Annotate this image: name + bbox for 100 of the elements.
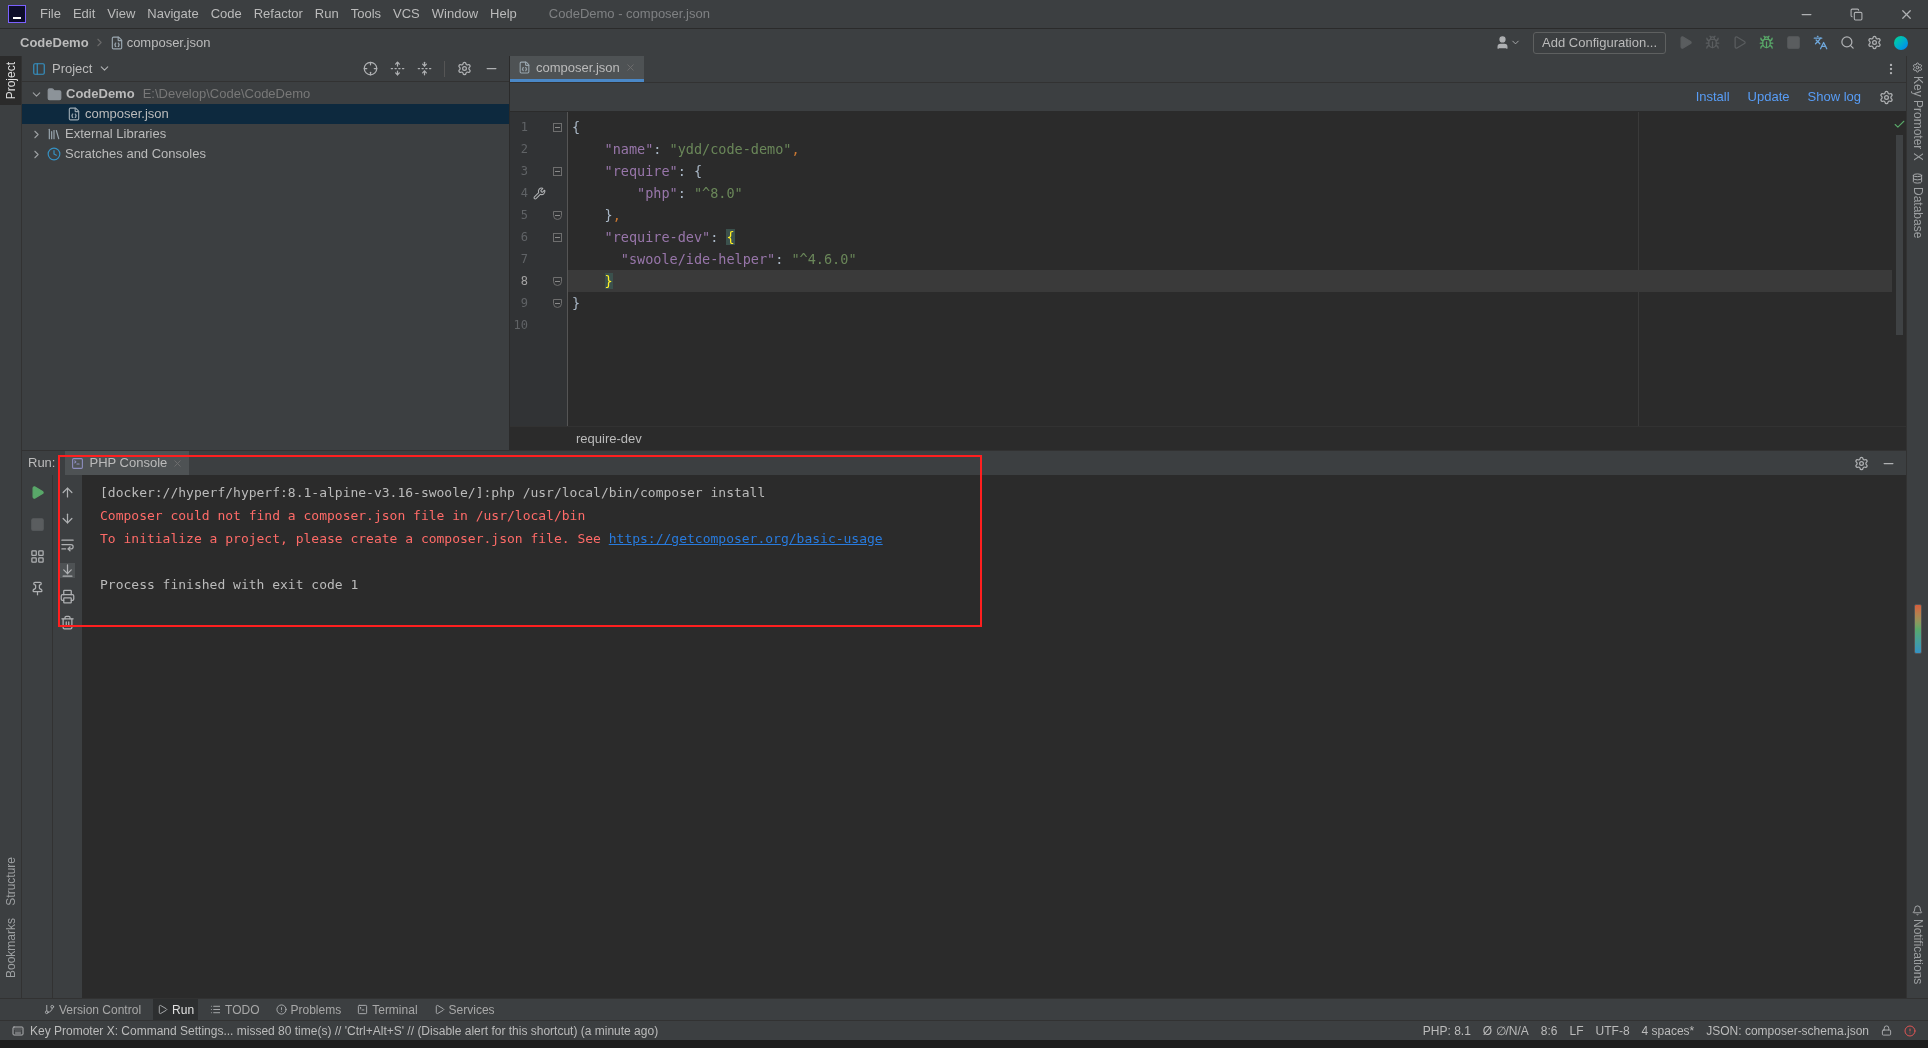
code-line: "name": "ydd/code-demo", [603,139,800,159]
breadcrumb-item[interactable]: CodeDemo [20,32,89,53]
status-item[interactable]: LF [1569,1021,1584,1040]
console-line: [docker://hyperf/hyperf:8.1-alpine-v3.16-swoole/]:php /usr/local/bin/composer install [100,483,766,502]
status-item[interactable]: JSON: composer-schema.json [1706,1021,1869,1040]
fold-icon[interactable] [552,122,562,132]
gear-icon [1912,62,1923,73]
search-icon[interactable] [1840,35,1855,50]
status-message[interactable]: Key Promoter X: Command Settings... missed 80 time(s) // 'Ctrl+Alt+S' // (Disable alert for this shortcut) (a minute ago) [30,1021,659,1040]
scrollbar[interactable] [1895,135,1903,335]
tool-tab-label: Run [172,1001,195,1019]
action-link[interactable]: Update [1747,87,1790,107]
locate-icon[interactable] [363,61,378,76]
layout-icon[interactable] [29,549,45,564]
action-link[interactable]: Show log [1807,87,1861,107]
scroll-to-end-icon[interactable] [60,563,75,578]
code-line: }, [603,205,621,225]
error-icon[interactable] [1904,1024,1916,1037]
layout-icon[interactable] [12,1024,24,1037]
trash-icon[interactable] [60,615,75,630]
tool-tab[interactable]: TODO [206,999,264,1020]
tool-tab[interactable]: Run [153,999,199,1020]
status-item[interactable]: 4 spaces* [1641,1021,1695,1040]
pin-icon[interactable] [29,581,45,596]
bug-icon[interactable] [1759,35,1774,50]
editor-tab[interactable]: composer.json [510,56,644,82]
settings-icon[interactable] [1879,89,1894,105]
tab-label: PHP Console [89,454,168,473]
tool-tab-label: Problems [290,1001,342,1019]
tool-tab-label: Terminal [372,1001,418,1019]
action-link[interactable]: Install [1695,87,1730,107]
menu-item[interactable]: Code [210,4,242,24]
code-line: { [572,117,581,137]
code-breadcrumb[interactable]: require-dev [576,428,642,449]
print-icon[interactable] [60,589,75,604]
tool-tab[interactable]: Problems [271,999,346,1020]
tool-tab[interactable]: Terminal [353,999,422,1020]
tool-tab[interactable]: Services [429,999,499,1020]
fold-icon[interactable] [552,232,562,242]
panel-title[interactable]: Project [52,58,93,79]
tool-tab-icon [275,1004,287,1015]
tool-tab-label: Version Control [59,1001,142,1019]
fold-icon[interactable] [552,166,562,176]
restore-icon[interactable] [1850,7,1863,21]
tool-tab[interactable]: Version Control [40,999,146,1020]
status-item[interactable]: UTF-8 [1595,1021,1630,1040]
collapse-all-icon[interactable] [417,61,432,76]
file-icon [109,35,124,50]
menu-item[interactable]: Tools [350,4,382,24]
tree-label: Scratches and Consoles [65,145,206,164]
menu-item[interactable]: Refactor [253,4,303,24]
menu-item[interactable]: Navigate [147,4,199,24]
tool-window-tab[interactable]: Project [0,56,21,106]
settings-icon[interactable] [457,61,472,76]
panel-icon [32,61,46,76]
tool-window-tab[interactable]: Key Promoter X [1908,56,1927,167]
add-configuration-button[interactable]: Add Configuration... [1533,31,1666,54]
tree-label: CodeDemo [66,85,135,104]
console-line: Composer could not find a composer.json file in /usr/local/bin [100,506,586,525]
up-icon[interactable] [60,485,75,500]
tool-window-tab[interactable]: Database [1908,166,1927,245]
menu-item[interactable]: VCS [393,4,420,24]
tool-window-tab[interactable]: Bookmarks [0,911,21,984]
plugin-logo[interactable] [1894,35,1908,50]
rerun-icon[interactable] [29,485,45,500]
wrench-icon[interactable] [532,186,546,200]
status-item[interactable]: PHP: 8.1 [1422,1021,1471,1040]
menu-item[interactable]: Run [314,4,339,24]
tool-window-tab[interactable]: Notifications [1908,898,1927,990]
wrap-icon[interactable] [60,537,75,552]
expand-all-icon[interactable] [390,61,405,76]
translate-icon[interactable] [1813,35,1828,50]
menu-item[interactable]: Help [490,4,517,24]
console-tab[interactable]: PHP Console [65,451,190,475]
menu-item[interactable]: Window [431,4,479,24]
app-logo [8,5,26,23]
tab-label: composer.json [536,58,620,77]
tree-item[interactable]: External Libraries [22,124,509,144]
menu-item[interactable]: File [40,4,61,24]
console-link[interactable]: https://getcomposer.org/basic-usage [608,528,883,549]
down-icon[interactable] [60,511,75,526]
database-icon [1912,172,1923,184]
tool-window-tab[interactable]: Structure [0,851,21,912]
code-line: } [572,293,581,313]
tree-item[interactable]: Scratches and Consoles [22,144,509,164]
menu-item[interactable]: Edit [72,4,96,24]
status-item[interactable]: Ø ∅/N/A [1482,1021,1529,1040]
user-icon[interactable] [1495,35,1522,50]
tree-item[interactable]: composer.json [22,104,509,124]
settings-icon[interactable] [1867,35,1882,50]
tool-tab-icon [357,1004,369,1015]
line-number: 8 [519,273,528,290]
settings-icon[interactable] [1854,455,1869,471]
status-item[interactable]: 8:6 [1540,1021,1558,1040]
file-icon [67,107,81,121]
breadcrumb-item[interactable]: composer.json [126,32,211,53]
menu-item[interactable]: View [107,4,136,24]
console-icon [71,456,85,470]
lock-icon[interactable] [1881,1025,1892,1036]
tree-item[interactable]: CodeDemo E:\Develop\Code\CodeDemo [22,84,509,104]
